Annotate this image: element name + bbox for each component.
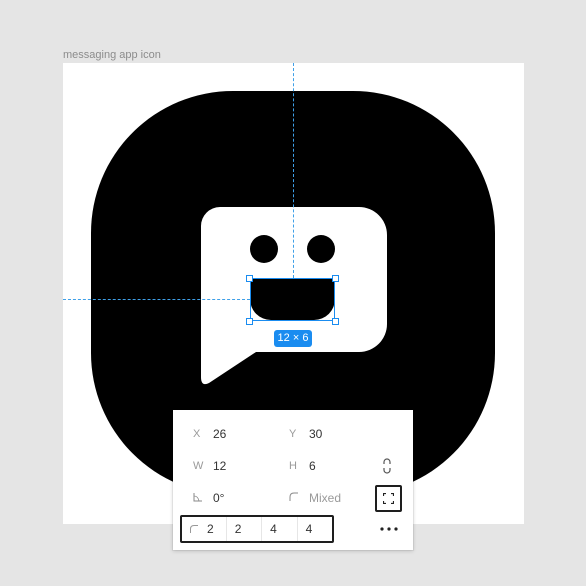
x-field[interactable]: X 26: [193, 423, 263, 445]
selection-box[interactable]: [250, 278, 335, 321]
radius-bottom-left-value: 4: [305, 522, 313, 536]
independent-corners-icon: [383, 493, 394, 504]
left-eye: [250, 235, 278, 263]
radius-bottom-right[interactable]: 4: [261, 517, 296, 541]
resize-handle-top-right[interactable]: [332, 275, 339, 282]
radius-bottom-left[interactable]: 4: [296, 517, 332, 541]
more-icon: [380, 527, 398, 531]
y-value: 30: [309, 427, 323, 441]
radius-bottom-right-value: 4: [270, 522, 277, 536]
corner-radius-field[interactable]: Mixed: [289, 487, 369, 509]
right-eye: [307, 235, 335, 263]
radius-top-left-value: 2: [207, 522, 214, 536]
individual-corner-radii: 2 2 4 4: [180, 515, 334, 543]
independent-corners-button[interactable]: [375, 485, 402, 512]
horizontal-guide: [63, 299, 250, 300]
x-label: X: [193, 428, 201, 440]
radius-top-right[interactable]: 2: [225, 517, 261, 541]
rotation-value: 0°: [213, 491, 225, 505]
selection-size-badge: 12 × 6: [274, 330, 312, 347]
vertical-guide: [293, 63, 294, 278]
constrain-proportions-icon[interactable]: [381, 458, 393, 479]
corner-radius-value: Mixed: [309, 491, 342, 505]
resize-handle-bottom-right[interactable]: [332, 318, 339, 325]
rotation-field[interactable]: 0°: [193, 487, 263, 509]
rotation-icon: [193, 492, 213, 505]
resize-handle-bottom-left[interactable]: [246, 318, 253, 325]
height-value: 6: [309, 459, 316, 473]
width-label: W: [193, 460, 204, 472]
y-field[interactable]: Y 30: [289, 423, 359, 445]
radius-top-left[interactable]: 2: [182, 517, 226, 541]
width-field[interactable]: W 12: [193, 455, 263, 477]
height-label: H: [289, 460, 297, 472]
frame-label[interactable]: messaging app icon: [63, 49, 161, 61]
properties-panel: X 26 Y 30 W 12 H 6 0° Mixed 2 2 4 4: [173, 410, 413, 550]
corner-radius-icon: [289, 492, 309, 505]
radius-top-right-value: 2: [234, 522, 242, 536]
width-value: 12: [213, 459, 227, 473]
corner-icon: [190, 525, 198, 533]
resize-handle-top-left[interactable]: [246, 275, 253, 282]
height-field[interactable]: H 6: [289, 455, 359, 477]
y-label: Y: [289, 428, 297, 440]
x-value: 26: [213, 427, 227, 441]
more-button[interactable]: [379, 519, 399, 539]
